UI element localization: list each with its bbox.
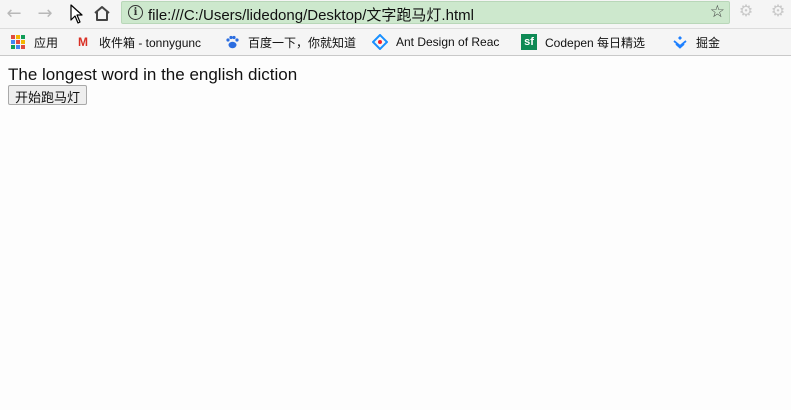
star-icon[interactable]: ☆ — [710, 2, 725, 22]
address-bar[interactable]: i file:///C:/Users/lidedong/Desktop/文字跑马… — [121, 1, 730, 24]
bookmark-label: Ant Design of Reac — [396, 35, 500, 49]
start-marquee-button[interactable]: 开始跑马灯 — [8, 85, 88, 105]
page-content: The longest word in the english diction … — [8, 65, 297, 107]
bookmark-label: 应用 — [34, 35, 59, 50]
marquee-text: The longest word in the english diction — [8, 65, 298, 84]
bookmark-juejin[interactable]: 掘金 — [672, 33, 720, 51]
home-icon — [94, 5, 110, 21]
info-icon[interactable]: i — [128, 5, 143, 20]
bookmark-label: 掘金 — [696, 35, 721, 50]
gear-icon[interactable]: ⚙ — [738, 3, 754, 19]
bookmark-ant-design[interactable]: Ant Design of Reac — [372, 33, 510, 51]
juejin-icon — [672, 34, 688, 50]
bookmarks-bar: 应用 M 收件箱 - tonnygunc 百度一下，你就知道 Ant Desig… — [0, 29, 791, 56]
bookmark-apps[interactable]: 应用 — [10, 33, 58, 51]
apps-grid-icon — [10, 34, 26, 50]
arrow-right-icon: → — [37, 2, 53, 24]
home-button[interactable] — [91, 2, 113, 24]
gmail-icon: M — [78, 35, 88, 49]
mouse-cursor-icon — [70, 4, 83, 24]
ant-design-icon — [372, 34, 388, 50]
baidu-paw-icon — [224, 34, 240, 50]
forward-button[interactable]: → — [34, 2, 56, 24]
browser-toolbar: ← → i file:///C:/Users/lidedong/Desktop/… — [0, 0, 791, 29]
back-button[interactable]: ← — [3, 2, 25, 24]
arrow-left-icon: ← — [6, 2, 22, 24]
address-url[interactable]: file:///C:/Users/lidedong/Desktop/文字跑马灯.… — [148, 4, 474, 25]
bookmark-baidu[interactable]: 百度一下，你就知道 — [224, 33, 356, 51]
extension-gear-icon[interactable]: ⚙ — [770, 3, 786, 19]
bookmark-label: 百度一下，你就知道 — [248, 35, 357, 50]
bookmark-codepen[interactable]: sf Codepen 每日精选 — [521, 33, 656, 51]
bookmark-gmail[interactable]: M 收件箱 - tonnygunc — [75, 33, 213, 51]
bookmark-label: 收件箱 - tonnygunc — [99, 35, 202, 50]
sf-icon: sf — [521, 34, 537, 50]
bookmark-label: Codepen 每日精选 — [545, 35, 646, 50]
